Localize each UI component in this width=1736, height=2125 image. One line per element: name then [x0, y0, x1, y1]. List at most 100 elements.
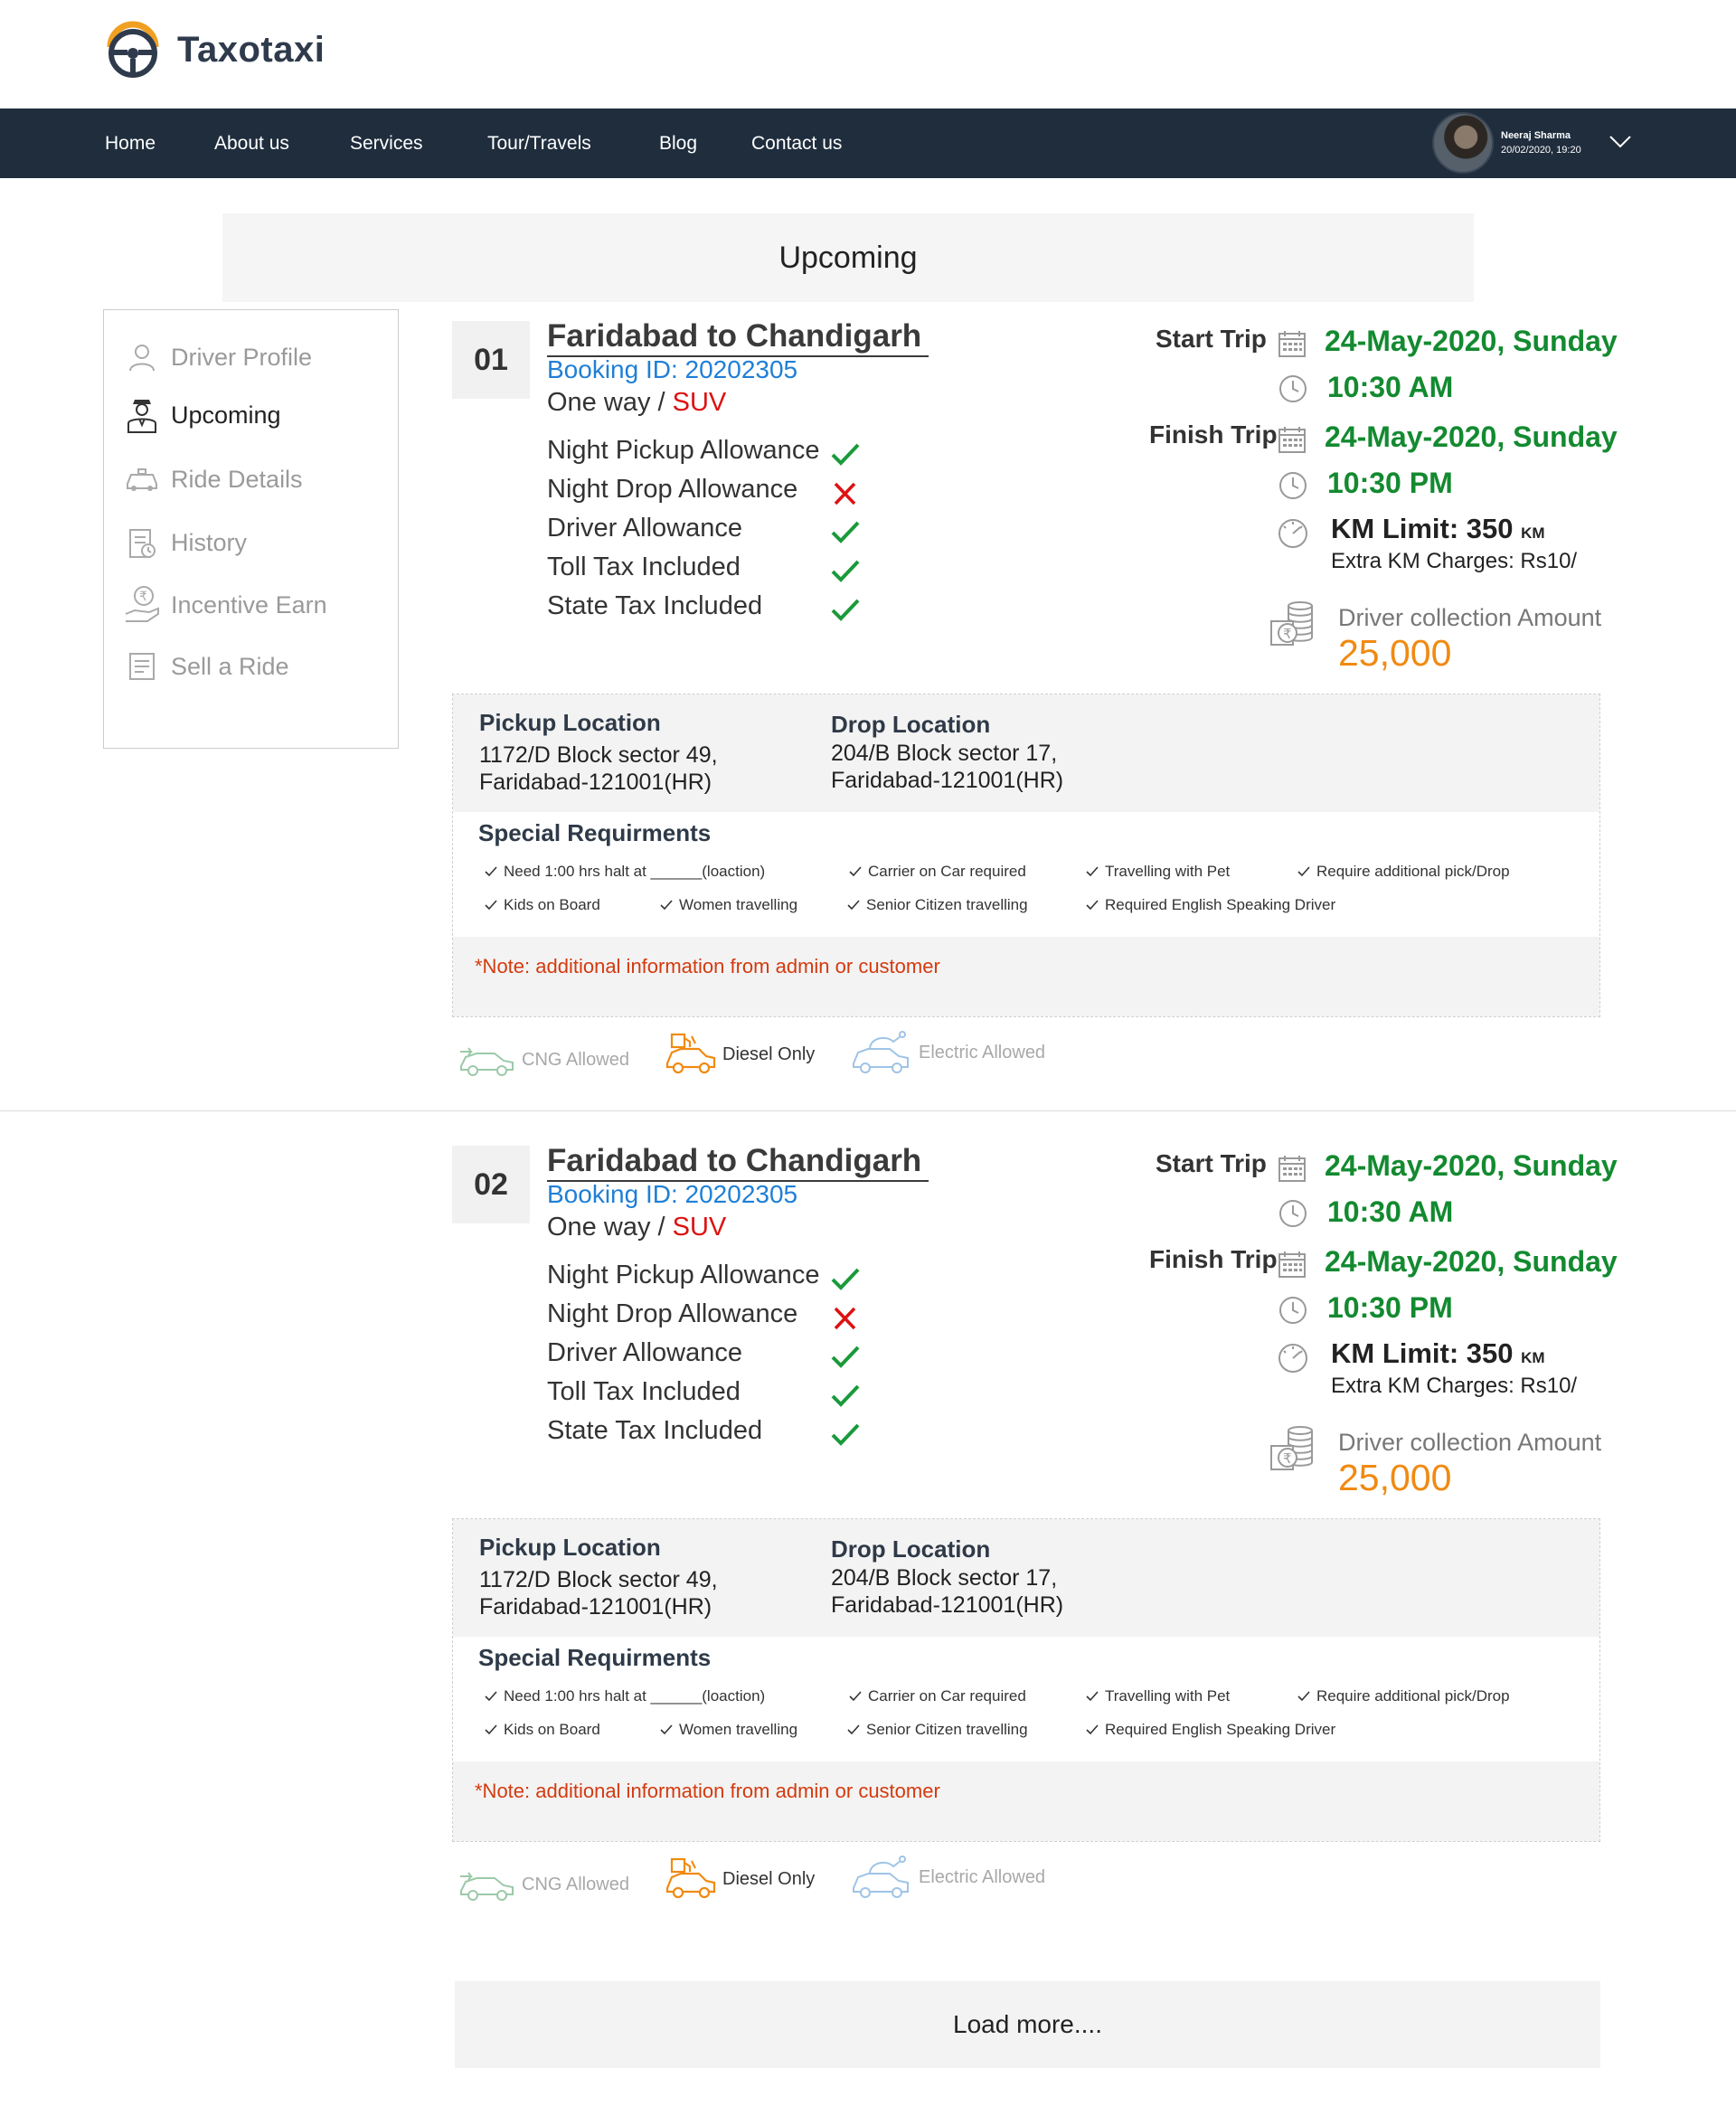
driver-collection-amount: 25,000: [1338, 632, 1452, 674]
cross-icon: [834, 482, 856, 505]
km-limit: KM Limit: 350 KM: [1331, 513, 1545, 544]
nav-about-us[interactable]: About us: [214, 109, 289, 178]
ride-divider: [0, 1110, 1736, 1111]
nav-blog[interactable]: Blog: [659, 109, 697, 178]
note-band: *Note: additional information from admin…: [453, 1761, 1599, 1841]
requirement-item: Senior Citizen travelling: [846, 1721, 1028, 1739]
ride-route[interactable]: Faridabad to Chandigarh: [547, 317, 929, 357]
requirement-item: Women travelling: [659, 896, 797, 914]
check-icon: [1297, 1691, 1310, 1702]
location-panel: Pickup Location 1172/D Block sector 49, F…: [452, 694, 1600, 1017]
start-trip-label: Start Trip: [1156, 325, 1267, 353]
check-icon: [660, 900, 673, 911]
user-datetime: 20/02/2020, 19:20: [1501, 145, 1581, 156]
requirement-item: Travelling with Pet: [1085, 1687, 1230, 1705]
requirement-item: Travelling with Pet: [1085, 863, 1230, 881]
nav-contact-us[interactable]: Contact us: [751, 109, 842, 178]
money-stack-icon: ₹: [1270, 1426, 1313, 1470]
driver-collection-amount: 25,000: [1338, 1457, 1452, 1498]
booking-id[interactable]: Booking ID: 20202305: [547, 1180, 797, 1209]
start-time: 10:30 AM: [1327, 371, 1454, 403]
requirement-item: Kids on Board: [484, 896, 600, 914]
calendar-icon: [1278, 331, 1306, 357]
allowance-label: Driver Allowance: [547, 1338, 742, 1367]
fuel-cng-allowed: CNG Allowed: [458, 1043, 629, 1077]
sidebar-item-sell-a-ride[interactable]: Sell a Ride: [124, 648, 289, 685]
check-icon: [660, 1724, 673, 1735]
allowance-label: Toll Tax Included: [547, 552, 741, 581]
fuel-cng-allowed: CNG Allowed: [458, 1867, 629, 1902]
finish-time: 10:30 PM: [1327, 467, 1453, 499]
svg-text:₹: ₹: [139, 590, 147, 604]
sidebar-item-incentive-earn[interactable]: ₹ Incentive Earn: [124, 586, 327, 623]
speedometer-icon: [1278, 519, 1307, 548]
sidebar-item-label: Sell a Ride: [171, 652, 289, 680]
requirement-item: Kids on Board: [484, 1721, 600, 1739]
calendar-icon: [1278, 1251, 1306, 1278]
check-icon: [831, 560, 860, 582]
user-menu[interactable]: Neeraj Sharma 20/02/2020, 19:20: [1432, 112, 1581, 174]
check-icon: [831, 521, 860, 543]
calendar-icon: [1278, 427, 1306, 453]
cng-car-icon: [460, 1872, 514, 1901]
check-icon: [831, 1268, 860, 1290]
admin-note: *Note: additional information from admin…: [475, 1780, 940, 1802]
vehicle-type: SUV: [672, 388, 727, 417]
start-date: 24-May-2020, Sunday: [1325, 325, 1618, 357]
nav-home[interactable]: Home: [105, 109, 156, 178]
svg-text:₹: ₹: [1283, 1450, 1292, 1467]
sidebar-item-label: History: [171, 528, 248, 556]
special-requirements-title: Special Requirments: [478, 819, 712, 846]
trip-type: One way / SUV: [547, 1213, 727, 1242]
sidebar-item-history[interactable]: History: [124, 524, 247, 561]
check-icon: [831, 1346, 860, 1368]
check-icon: [849, 866, 862, 877]
sidebar-item-upcoming[interactable]: Upcoming: [124, 397, 281, 433]
extra-km-charges: Extra KM Charges: Rs10/: [1331, 549, 1578, 573]
check-icon: [1297, 866, 1310, 877]
check-icon: [485, 1724, 497, 1735]
admin-note: *Note: additional information from admin…: [475, 955, 940, 978]
booking-id[interactable]: Booking ID: 20202305: [547, 355, 797, 384]
sidebar-item-label: Incentive Earn: [171, 590, 327, 619]
chevron-down-icon[interactable]: [1609, 133, 1632, 151]
nav-tour-travels[interactable]: Tour/Travels: [487, 109, 591, 178]
check-icon: [485, 1691, 497, 1702]
start-date: 24-May-2020, Sunday: [1325, 1149, 1618, 1182]
requirement-item: Need 1:00 hrs halt at ______(loaction): [484, 1687, 765, 1705]
electric-car-icon: [853, 1856, 909, 1898]
history-icon: [124, 524, 160, 561]
svg-text:₹: ₹: [1283, 626, 1292, 642]
check-icon: [847, 1724, 860, 1735]
logo[interactable]: Taxotaxi: [103, 18, 325, 81]
money-stack-icon: ₹: [1270, 601, 1313, 646]
sidebar: Driver Profile Upcoming Ride Details His…: [103, 309, 399, 749]
diesel-car-icon: [665, 1033, 716, 1074]
ride-number: 02: [452, 1146, 530, 1223]
clock-icon: [1279, 1200, 1307, 1227]
load-more-button[interactable]: Load more....: [455, 1981, 1600, 2068]
finish-trip-label: Finish Trip: [1149, 420, 1278, 449]
page-title: Upcoming: [222, 213, 1474, 302]
allowance-label: Toll Tax Included: [547, 1377, 741, 1406]
drop-address: 204/B Block sector 17, Faridabad-121001(H…: [831, 741, 1064, 793]
electric-car-icon: [853, 1031, 909, 1073]
sidebar-item-driver-profile[interactable]: Driver Profile: [124, 339, 312, 375]
requirement-item: Women travelling: [659, 1721, 797, 1739]
allowance-label: State Tax Included: [547, 591, 763, 620]
pickup-location-title: Pickup Location: [479, 1534, 661, 1561]
sidebar-item-label: Driver Profile: [171, 343, 313, 371]
list-icon: [124, 648, 160, 685]
check-icon: [1086, 1724, 1099, 1735]
fuel-electric-allowed: Electric Allowed: [850, 1854, 1045, 1901]
sidebar-item-ride-details[interactable]: Ride Details: [124, 461, 303, 497]
drop-location-title: Drop Location: [831, 711, 991, 738]
clock-icon: [1279, 375, 1307, 402]
special-requirements-title: Special Requirments: [478, 1644, 712, 1671]
nav-services[interactable]: Services: [350, 109, 423, 178]
trip-type: One way / SUV: [547, 388, 727, 417]
finish-date: 24-May-2020, Sunday: [1325, 1245, 1618, 1278]
check-icon: [1086, 1691, 1099, 1702]
ride-route[interactable]: Faridabad to Chandigarh: [547, 1142, 929, 1182]
fuel-electric-allowed: Electric Allowed: [850, 1029, 1045, 1076]
